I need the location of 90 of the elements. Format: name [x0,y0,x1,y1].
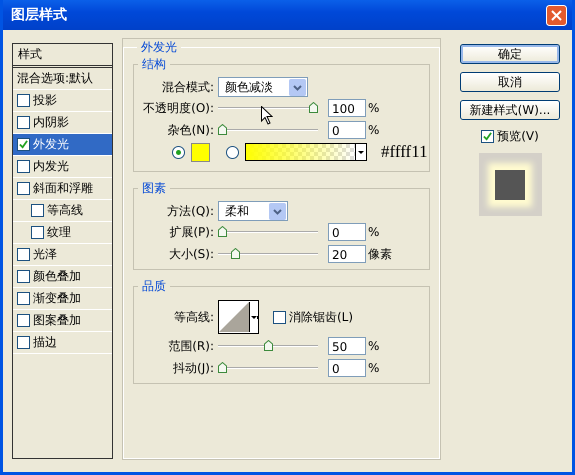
contour-picker[interactable] [218,300,259,334]
group-title: 结构 [141,56,167,73]
style-label: 等高线 [47,202,83,219]
style-label: 外发光 [33,136,69,153]
unit-label: 像素 [368,246,393,262]
dropdown[interactable]: 颜色减淡 [218,77,308,97]
style-label: 斜面和浮雕 [33,180,93,197]
checkbox[interactable] [17,138,30,151]
style-list-item[interactable]: 等高线 [13,200,112,222]
field-label: 等高线: [172,308,214,326]
style-list-item[interactable]: 投影 [13,90,112,112]
checkbox[interactable] [481,130,494,143]
checkbox[interactable] [17,292,30,305]
style-list-item[interactable]: 纹理 [13,222,112,244]
dropdown[interactable]: 柔和 [218,201,288,221]
checkbox[interactable] [31,226,44,239]
close-icon[interactable] [546,4,567,26]
group-title: 品质 [141,278,167,295]
style-list-item[interactable]: 渐变叠加 [13,288,112,310]
checkbox[interactable] [17,270,30,283]
checkbox-label: 消除锯齿(L) [289,308,354,326]
style-list-item[interactable]: 光泽 [13,244,112,266]
slider-thumb[interactable] [264,340,272,351]
field-label: 扩展(P): [168,224,214,240]
mouse-cursor-icon [261,106,273,125]
field-label: 不透明度(O): [142,100,214,116]
window-title: 图层样式 [11,6,68,24]
style-label: 光泽 [33,246,57,263]
caret-icon [355,144,366,160]
dialog-button[interactable]: 取消 [460,72,560,92]
value-field[interactable]: 100 [328,99,366,117]
value-field[interactable]: 20 [328,245,366,263]
preview-thumbnail [478,153,542,216]
checkbox-label: 预览(V) [497,128,539,145]
dialog-button[interactable]: 确定 [460,44,560,64]
style-label: 纹理 [47,224,71,241]
value-field[interactable]: 0 [328,223,366,241]
style-label: 描边 [33,334,57,351]
checkbox[interactable] [273,310,286,324]
value-field[interactable]: 0 [328,359,366,377]
style-list-item[interactable]: 外发光 [13,134,112,156]
field-label: 大小(S): [168,246,214,262]
style-label: 图案叠加 [33,312,81,329]
unit-label: % [368,361,380,375]
group-title: 外发光 [140,39,178,56]
style-label: 内阴影 [33,114,69,131]
field-label: 范围(R): [167,338,214,354]
group-title: 图素 [141,180,167,197]
style-list-item[interactable]: 斜面和浮雕 [13,178,112,200]
contour-curve-icon [219,302,250,332]
value-field[interactable]: 0 [328,121,366,139]
field-label: 混合模式: [160,78,214,96]
style-list-item[interactable]: 描边 [13,332,112,354]
style-label: 投影 [33,92,57,109]
checkbox[interactable] [17,182,30,195]
dialog-button[interactable]: 新建样式(W)... [460,100,560,120]
unit-label: % [368,123,380,137]
style-list-item[interactable]: 颜色叠加 [13,266,112,288]
radio-button[interactable] [172,146,185,158]
checkbox[interactable] [17,336,30,349]
field-label: 方法(Q): [166,202,214,220]
checkbox[interactable] [17,94,30,107]
slider-thumb[interactable] [218,362,227,373]
caret-icon [250,316,258,318]
blend-options-item[interactable]: 混合选项:默认 [13,68,112,90]
checkbox[interactable] [17,160,30,173]
style-label: 渐变叠加 [33,290,81,307]
unit-label: % [368,101,380,115]
value-field[interactable]: 50 [328,337,366,355]
slider-thumb[interactable] [230,248,240,259]
slider-thumb[interactable] [218,226,227,237]
color-code-annotation: #ffff11 [381,142,428,162]
gradient-picker[interactable] [245,143,367,161]
style-label: 内发光 [33,158,69,175]
style-list-item[interactable]: 图案叠加 [13,310,112,332]
style-label: 颜色叠加 [33,268,81,285]
style-list-item[interactable]: 内发光 [13,156,112,178]
checkbox[interactable] [17,314,30,327]
checkbox[interactable] [17,248,30,261]
field-label: 抖动(J): [172,360,214,376]
radio-button[interactable] [226,146,239,158]
unit-label: % [368,339,380,353]
checkbox[interactable] [31,204,44,217]
list-header: 样式 [13,44,112,68]
color-swatch[interactable] [191,142,210,162]
slider-thumb[interactable] [309,102,318,113]
unit-label: % [368,225,380,239]
slider-thumb[interactable] [218,124,227,135]
field-label: 杂色(N): [166,122,214,138]
checkbox[interactable] [17,116,30,129]
